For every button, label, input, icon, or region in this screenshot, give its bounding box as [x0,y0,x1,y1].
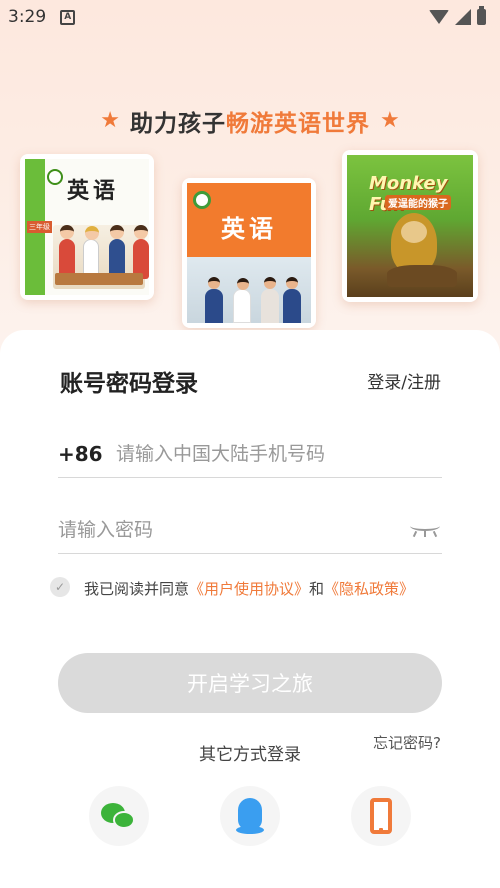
password-input[interactable] [58,518,408,541]
wifi-icon [429,10,449,24]
agreement-text: 我已阅读并同意《用户使用协议》和《隐私政策》 [84,576,414,602]
notification-a-icon: A [60,9,76,25]
login-card: 账号密码登录 登录/注册 +86 ✓ 我已阅读并同意《用户使用协议》和《隐私政策… [0,330,500,888]
privacy-link[interactable]: 《隐私政策》 [324,580,414,598]
monkey-illustration [391,213,437,273]
book-title: 英语 [67,179,120,204]
password-field-row [58,506,442,554]
status-indicators [429,6,486,25]
country-code[interactable]: +86 [58,442,116,466]
publisher-seal-icon [193,191,211,209]
slogan-highlight: 畅游英语世界 [226,111,370,137]
phone-icon [370,798,392,834]
login-register-link[interactable]: 登录/注册 [367,368,441,393]
book-title: 英语 [221,215,277,243]
publisher-seal-icon [47,169,63,185]
phone-login-button[interactable] [351,786,411,846]
agree-checkbox[interactable]: ✓ [50,577,70,597]
textbook-cover-grade7: 英语 [182,178,316,328]
terms-link[interactable]: 《用户使用协议》 [189,580,309,598]
status-time: 3:29 [8,7,47,27]
start-learning-button[interactable]: 开启学习之旅 [58,653,442,713]
page-title: 账号密码登录 [60,371,198,397]
book-subtitle: 爱逞能的猴子 [385,195,451,210]
qq-icon [236,798,264,834]
signal-icon [455,9,471,25]
tree-stump-illustration [387,265,457,287]
status-bar: 3:29 A [0,0,500,34]
eye-closed-icon[interactable] [408,521,442,539]
wechat-login-button[interactable] [89,786,149,846]
star-icon: ★ [380,108,400,133]
phone-field-row: +86 [58,430,442,478]
battery-icon [477,6,486,25]
picture-book-monkey-fun: Monkey Fun 爱逞能的猴子 [342,150,478,302]
students-photo [187,257,311,323]
classroom-illustration [53,225,149,289]
agreement-and: 和 [309,580,325,598]
textbook-cover-grade3: 英语 三年级 [20,154,154,300]
slogan-banner: ★ 助力孩子畅游英语世界 ★ [0,104,500,138]
star-icon: ★ [100,108,120,133]
agreement-row: ✓ 我已阅读并同意《用户使用协议》和《隐私政策》 [50,576,434,602]
forgot-password-link[interactable]: 忘记密码? [373,732,441,753]
phone-input[interactable] [116,442,442,465]
grade-tag: 三年级 [27,221,52,233]
slogan-prefix: 助力孩子 [130,111,226,137]
qq-login-button[interactable] [220,786,280,846]
wechat-icon [99,801,139,831]
agreement-prefix: 我已阅读并同意 [84,580,190,598]
slogan-text: 助力孩子畅游英语世界 [130,104,370,138]
